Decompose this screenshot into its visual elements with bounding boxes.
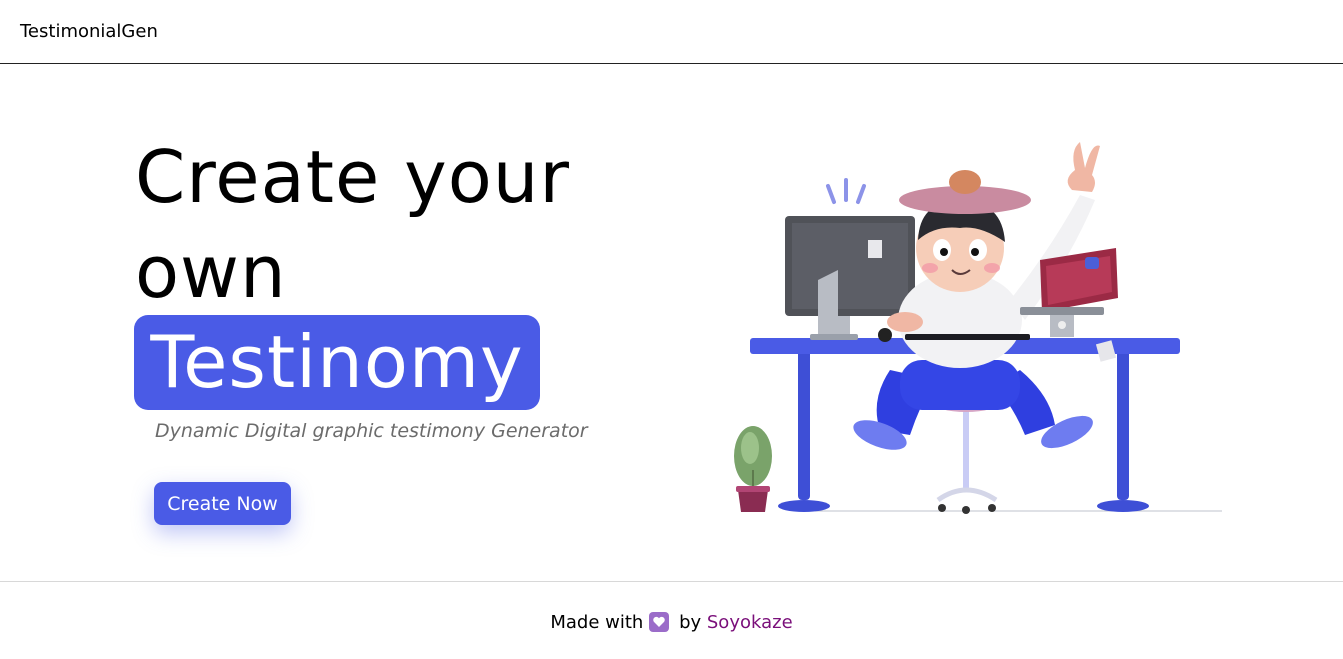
navbar: TestimonialGen — [0, 0, 1343, 64]
footer: Made with by Soyokaze — [0, 581, 1343, 659]
hero-highlight-word: Testinomy — [134, 315, 540, 410]
plant-illustration — [734, 426, 772, 512]
footer-credit: Made with by Soyokaze — [0, 611, 1343, 635]
heart-icon — [649, 612, 670, 632]
hero-subtitle: Dynamic Digital graphic testimony Genera… — [155, 420, 588, 442]
create-now-button[interactable]: Create Now — [154, 482, 291, 525]
hero-title-line-1: Create your — [135, 135, 571, 219]
made-with-text: Made with — [550, 612, 644, 633]
hero-title: Create your own — [135, 130, 570, 320]
person-at-desk-illustration — [720, 130, 1230, 520]
brand-logo-link[interactable]: TestimonialGen — [20, 20, 158, 44]
by-text: by — [679, 612, 702, 633]
author-link[interactable]: Soyokaze — [707, 612, 793, 633]
hero-title-line-2: own — [135, 230, 287, 314]
chair-illustration — [932, 392, 1000, 514]
